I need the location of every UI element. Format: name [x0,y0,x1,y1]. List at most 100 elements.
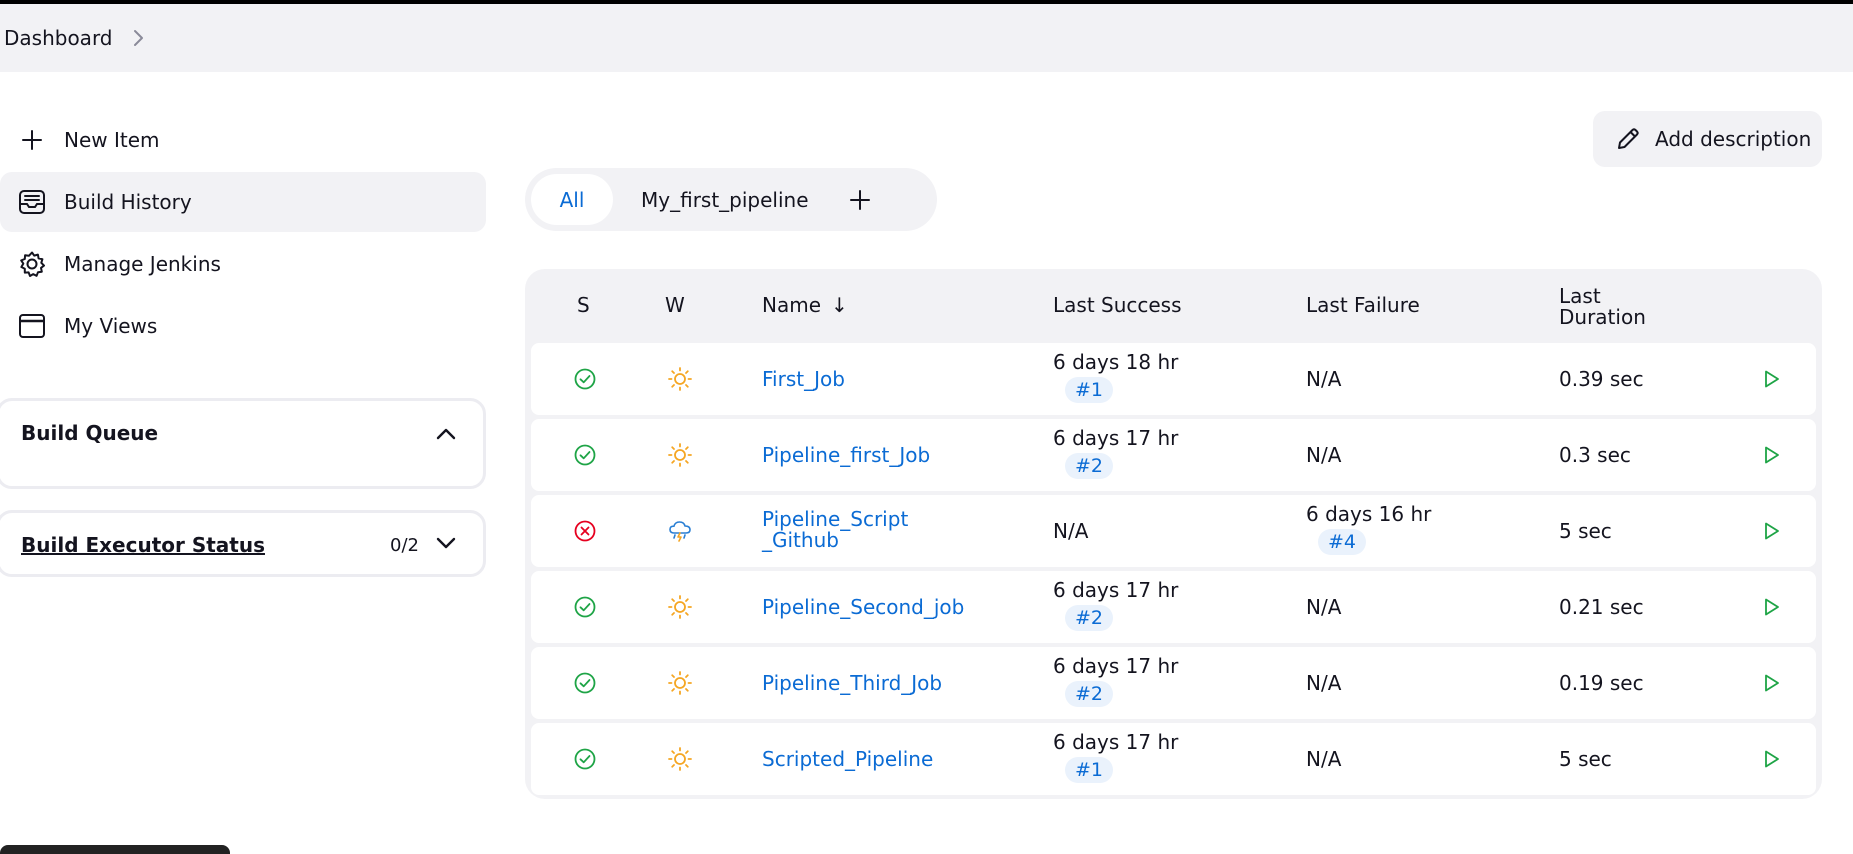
build-number-link[interactable]: #2 [1065,605,1114,631]
plus-icon [16,124,48,156]
failed-status-icon [573,519,597,543]
job-link[interactable]: Pipeline_first_Job [762,443,930,467]
job-link-line: _Github [762,528,839,552]
side-panel-tasks: New Item Build History Manage Jenkins My… [0,110,486,358]
last-success-cell: N/A [1053,519,1089,543]
table-header: S W Name ↓ Last Success Last Failure Las… [525,269,1822,341]
schedule-build-play-icon[interactable] [1759,595,1783,619]
bottom-overlay [0,845,230,854]
sort-arrow-down-icon: ↓ [831,293,848,317]
schedule-build-play-icon[interactable] [1759,519,1783,543]
sidebar-item-new-item[interactable]: New Item [0,110,486,170]
table-row: Scripted_Pipeline 6 days 17 hr #1 N/A 5 … [531,723,1816,795]
gear-icon [16,248,48,280]
column-header-name-label: Name [762,293,822,317]
sidebar-item-manage-jenkins[interactable]: Manage Jenkins [0,234,486,294]
build-queue-panel: Build Queue [0,398,486,489]
job-link-line: Pipeline_Script [762,507,909,531]
table-row: Pipeline_Third_Job 6 days 17 hr #2 N/A 0… [531,647,1816,719]
build-number-link[interactable]: #4 [1318,529,1367,555]
last-success-time: 6 days 17 hr [1053,578,1179,602]
chevron-up-icon[interactable] [435,423,457,445]
table-row: Pipeline_Second_job 6 days 17 hr #2 N/A … [531,571,1816,643]
last-failure-time: 6 days 16 hr [1306,502,1432,526]
last-duration-cell: 0.39 sec [1559,367,1644,391]
job-link[interactable]: Pipeline_Third_Job [762,671,942,695]
window-icon [16,310,48,342]
build-number-link[interactable]: #1 [1065,377,1114,403]
table-row: Pipeline_first_Job 6 days 17 hr #2 N/A 0… [531,419,1816,491]
last-duration-cell: 0.3 sec [1559,443,1631,467]
table-row: First_Job 6 days 18 hr #1 N/A 0.39 sec [531,343,1816,415]
job-link[interactable]: Pipeline_Script _Github [762,509,908,551]
view-tabs: All My_first_pipeline [525,168,937,231]
sidebar-item-label: My Views [64,314,158,338]
last-failure-cell: N/A [1306,671,1342,695]
job-link[interactable]: Scripted_Pipeline [762,747,933,771]
build-queue-title: Build Queue [21,421,159,445]
tab-all[interactable]: All [531,174,613,225]
last-success-cell: 6 days 17 hr #1 [1053,730,1178,783]
build-number-link[interactable]: #2 [1065,453,1114,479]
success-status-icon [573,595,597,619]
last-failure-cell: N/A [1306,443,1342,467]
last-failure-cell: 6 days 16 hr #4 [1306,502,1431,555]
schedule-build-play-icon[interactable] [1759,367,1783,391]
inbox-icon [16,186,48,218]
column-header-last-duration[interactable]: Last Duration [1559,286,1669,328]
chevron-right-icon[interactable] [131,29,145,47]
build-executor-status-link[interactable]: Build Executor Status [21,533,265,557]
job-link[interactable]: First_Job [762,367,845,391]
projects-table: S W Name ↓ Last Success Last Failure Las… [525,269,1822,799]
breadcrumb-dashboard[interactable]: Dashboard [4,26,113,50]
last-duration-cell: 0.19 sec [1559,671,1644,695]
table-row: Pipeline_Script _Github N/A 6 days 16 hr… [531,495,1816,567]
success-status-icon [573,367,597,391]
schedule-build-play-icon[interactable] [1759,671,1783,695]
last-success-time: 6 days 17 hr [1053,730,1179,754]
sunny-weather-icon [667,442,693,468]
last-success-cell: 6 days 18 hr #1 [1053,350,1178,403]
schedule-build-play-icon[interactable] [1759,747,1783,771]
column-header-last-success[interactable]: Last Success [1053,293,1182,317]
sunny-weather-icon [667,594,693,620]
last-success-cell: 6 days 17 hr #2 [1053,426,1178,479]
sunny-weather-icon [667,746,693,772]
last-success-time: 6 days 17 hr [1053,426,1179,450]
add-description-label: Add description [1655,127,1812,151]
add-view-plus-icon[interactable] [845,185,875,215]
sunny-weather-icon [667,670,693,696]
column-header-name[interactable]: Name ↓ [762,293,848,317]
chevron-down-icon[interactable] [435,532,457,554]
sunny-weather-icon [667,366,693,392]
add-description-button[interactable]: Add description [1593,111,1822,167]
build-executor-status-panel: Build Executor Status 0/2 [0,510,486,577]
schedule-build-play-icon[interactable] [1759,443,1783,467]
success-status-icon [573,671,597,695]
success-status-icon [573,443,597,467]
last-failure-cell: N/A [1306,367,1342,391]
sidebar-item-label: Manage Jenkins [64,252,221,276]
build-number-link[interactable]: #1 [1065,757,1114,783]
last-success-time: 6 days 18 hr [1053,350,1179,374]
build-number-link[interactable]: #2 [1065,681,1114,707]
success-status-icon [573,747,597,771]
column-header-last-failure[interactable]: Last Failure [1306,293,1420,317]
breadcrumb: Dashboard [0,4,1853,72]
last-failure-cell: N/A [1306,595,1342,619]
sidebar-item-my-views[interactable]: My Views [0,296,486,356]
sidebar-item-label: Build History [64,190,192,214]
last-duration-cell: 0.21 sec [1559,595,1644,619]
last-success-time: 6 days 17 hr [1053,654,1179,678]
sidebar-item-label: New Item [64,128,160,152]
last-success-cell: 6 days 17 hr #2 [1053,578,1178,631]
tab-my-first-pipeline[interactable]: My_first_pipeline [627,174,823,225]
job-link[interactable]: Pipeline_Second_job [762,595,964,619]
column-header-weather[interactable]: W [665,293,685,317]
sidebar-item-build-history[interactable]: Build History [0,172,486,232]
thunderstorm-weather-icon [667,518,693,544]
last-failure-cell: N/A [1306,747,1342,771]
last-success-cell: 6 days 17 hr #2 [1053,654,1178,707]
executor-count: 0/2 [390,535,419,556]
column-header-status[interactable]: S [577,293,590,317]
